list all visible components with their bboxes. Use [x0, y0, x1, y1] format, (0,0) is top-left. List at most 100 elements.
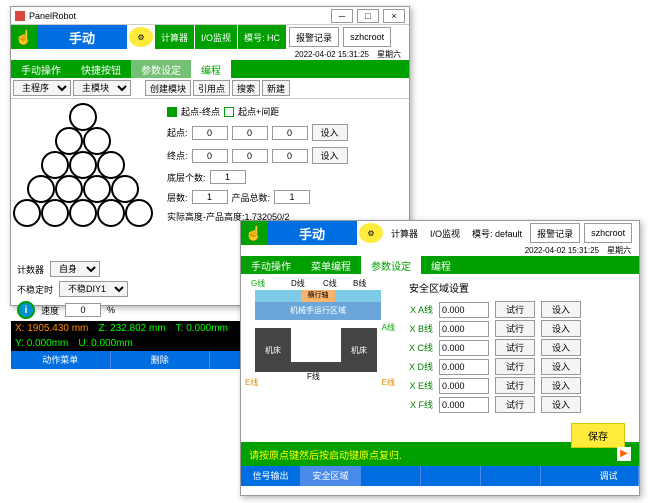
- user-button[interactable]: szhcroot: [584, 223, 632, 243]
- safe-row-5: X F线试行设入: [405, 396, 633, 413]
- end-y[interactable]: [232, 149, 268, 163]
- try-button[interactable]: 试行: [495, 396, 535, 413]
- mode-label: 手动: [267, 221, 357, 245]
- toolbar: 主程序 主模块 创建模块 引用点 搜索 新建: [11, 78, 409, 99]
- try-button[interactable]: 试行: [495, 377, 535, 394]
- end-label: 终点:: [167, 149, 188, 162]
- safe-input[interactable]: [439, 340, 489, 356]
- tab-params[interactable]: 参数设定: [361, 256, 421, 274]
- safe-label: X E线: [405, 379, 433, 392]
- bottom-count[interactable]: [210, 170, 246, 184]
- try-button[interactable]: 试行: [495, 301, 535, 318]
- speed-input[interactable]: [65, 303, 101, 317]
- setin-button[interactable]: 设入: [541, 339, 581, 356]
- safe-row-1: X B线试行设入: [405, 320, 633, 337]
- end-x[interactable]: [192, 149, 228, 163]
- setin-button[interactable]: 设入: [541, 396, 581, 413]
- chk-start-end[interactable]: [167, 107, 177, 117]
- start-x[interactable]: [192, 126, 228, 140]
- switch-select[interactable]: 不稳DIY1: [59, 281, 128, 297]
- layers-label: 层数:: [167, 191, 188, 204]
- message-arrow-icon[interactable]: ▶: [617, 447, 631, 461]
- end-setin[interactable]: 设入: [312, 147, 348, 164]
- search-button[interactable]: 搜索: [232, 80, 260, 96]
- calc-seg[interactable]: 计算器: [155, 25, 195, 49]
- save-button[interactable]: 保存: [571, 423, 625, 448]
- try-button[interactable]: 试行: [495, 358, 535, 375]
- stack-diagram: [11, 99, 161, 259]
- tab-program[interactable]: 编程: [191, 60, 231, 78]
- robot-area: 机械手运行区域: [255, 302, 381, 320]
- f-debug[interactable]: 调试: [579, 466, 639, 486]
- prodcnt-label: 产品总数:: [232, 191, 271, 204]
- f-safezone[interactable]: 安全区域: [301, 466, 361, 486]
- tab-program[interactable]: 编程: [421, 256, 461, 274]
- tab-menuprog[interactable]: 菜单编程: [301, 256, 361, 274]
- start-z[interactable]: [272, 126, 308, 140]
- safe-label: X A线: [405, 303, 433, 316]
- motor-icon[interactable]: ⚙: [129, 27, 153, 47]
- setin-button[interactable]: 设入: [541, 301, 581, 318]
- datetime-row: 2022-04-02 15:31:25 星期六: [241, 245, 639, 256]
- safe-input[interactable]: [439, 378, 489, 394]
- safe-label: X D线: [405, 360, 433, 373]
- setin-button[interactable]: 设入: [541, 358, 581, 375]
- safety-diagram: G线 D线 C线 B线 A线 E线 F线 E线 横行轴 机械手运行区域 机床 机…: [245, 278, 395, 388]
- chk-start-gap[interactable]: [224, 107, 234, 117]
- bottom-count-label: 底层个数:: [167, 171, 206, 184]
- motor-icon[interactable]: ⚙: [359, 223, 383, 243]
- calc-seg[interactable]: 计算器: [385, 221, 424, 245]
- safe-input[interactable]: [439, 359, 489, 375]
- hand-icon[interactable]: ☝: [11, 25, 37, 49]
- try-button[interactable]: 试行: [495, 320, 535, 337]
- action-menu-button[interactable]: 动作菜单: [11, 351, 111, 369]
- tab-shortcut[interactable]: 快捷按钮: [71, 60, 131, 78]
- start-setin[interactable]: 设入: [312, 124, 348, 141]
- tab-manual[interactable]: 手动操作: [11, 60, 71, 78]
- alarm-button[interactable]: 报警记录: [289, 27, 339, 47]
- safe-input[interactable]: [439, 302, 489, 318]
- safe-input[interactable]: [439, 321, 489, 337]
- close-button[interactable]: ×: [383, 9, 405, 23]
- user-button[interactable]: szhcroot: [343, 27, 391, 47]
- maximize-button[interactable]: □: [357, 9, 379, 23]
- panelrobot-window-2: ☝ 手动 ⚙ 计算器 I/O监视 模号: default 报警记录 szhcro…: [240, 220, 640, 496]
- io-seg[interactable]: I/O监视: [195, 25, 238, 49]
- end-z[interactable]: [272, 149, 308, 163]
- f-4[interactable]: [421, 466, 481, 486]
- tab-params[interactable]: 参数设定: [131, 60, 191, 78]
- layers-input[interactable]: [192, 190, 228, 204]
- alarm-button[interactable]: 报警记录: [530, 223, 580, 243]
- titlebar: PanelRobot ─ □ ×: [11, 7, 409, 25]
- tabs: 手动操作 快捷按钮 参数设定 编程: [11, 60, 409, 78]
- counter-select[interactable]: 自身: [50, 261, 100, 277]
- prodcnt-input[interactable]: [274, 190, 310, 204]
- setin-button[interactable]: 设入: [541, 320, 581, 337]
- safe-label: X C线: [405, 341, 433, 354]
- info-icon[interactable]: i: [17, 301, 35, 319]
- start-label: 起点:: [167, 126, 188, 139]
- program-select[interactable]: 主程序: [13, 80, 71, 96]
- f-3[interactable]: [361, 466, 421, 486]
- app-icon: [15, 11, 25, 21]
- body-2: G线 D线 C线 B线 A线 E线 F线 E线 横行轴 机械手运行区域 机床 机…: [241, 274, 639, 442]
- f-5[interactable]: [481, 466, 541, 486]
- tab-manual[interactable]: 手动操作: [241, 256, 301, 274]
- new-button[interactable]: 新建: [262, 80, 290, 96]
- mold-seg: 模号: default: [466, 221, 528, 245]
- hand-icon[interactable]: ☝: [241, 221, 267, 245]
- refpoint-button[interactable]: 引用点: [193, 80, 230, 96]
- module-select[interactable]: 主模块: [73, 80, 131, 96]
- safety-title: 安全区域设置: [405, 276, 633, 299]
- delete-button[interactable]: 删除: [111, 351, 211, 369]
- minimize-button[interactable]: ─: [331, 9, 353, 23]
- datetime-row: 2022-04-02 15:31:25 星期六: [11, 49, 409, 60]
- safe-input[interactable]: [439, 397, 489, 413]
- create-module-button[interactable]: 创建模块: [145, 80, 191, 96]
- f-signal[interactable]: 信号输出: [241, 466, 301, 486]
- start-y[interactable]: [232, 126, 268, 140]
- setin-button[interactable]: 设入: [541, 377, 581, 394]
- datetime: 2022-04-02 15:31:25: [291, 49, 373, 60]
- io-seg[interactable]: I/O监视: [424, 221, 466, 245]
- try-button[interactable]: 试行: [495, 339, 535, 356]
